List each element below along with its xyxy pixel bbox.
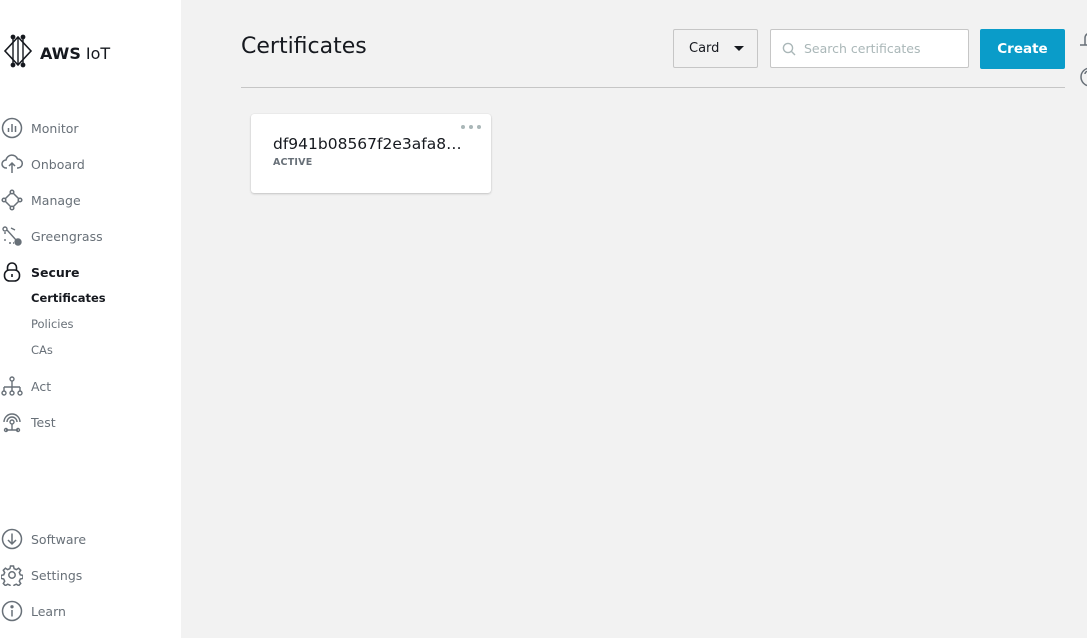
search-icon: [771, 42, 796, 56]
sidebar-item-secure[interactable]: Secure: [0, 260, 79, 284]
sidebar-item-monitor[interactable]: Monitor: [0, 116, 79, 140]
sidebar-item-label: Settings: [31, 567, 83, 583]
test-icon: [0, 410, 24, 434]
sidebar-item-settings[interactable]: Settings: [0, 563, 82, 587]
help-icon[interactable]: [1080, 67, 1087, 87]
sidebar-item-label: Learn: [31, 603, 66, 619]
manage-icon: [0, 188, 24, 212]
lock-icon: [0, 260, 24, 284]
sidebar-item-act[interactable]: Act: [0, 374, 51, 398]
sidebar-item-label: Act: [31, 378, 52, 394]
brand-name-rest: IoT: [85, 43, 111, 63]
monitor-icon: [0, 116, 24, 140]
header-divider: [241, 87, 1065, 88]
sidebar-item-label: Secure: [31, 264, 80, 280]
sidebar: AWS IoT Monitor Onboard Manage Greengras…: [0, 0, 181, 638]
sidebar-item-manage[interactable]: Manage: [0, 188, 81, 212]
subnav-certificates[interactable]: Certificates: [31, 291, 106, 305]
sidebar-item-onboard[interactable]: Onboard: [0, 152, 85, 176]
view-mode-select[interactable]: Card: [673, 29, 758, 68]
act-icon: [0, 374, 24, 398]
search-input[interactable]: [802, 40, 966, 57]
sidebar-item-label: Test: [31, 414, 56, 430]
create-button[interactable]: Create: [980, 29, 1065, 69]
status-badge: ACTIVE: [273, 157, 313, 168]
sidebar-item-label: Software: [31, 531, 87, 547]
sidebar-item-test[interactable]: Test: [0, 410, 56, 434]
sidebar-item-label: Greengrass: [31, 228, 103, 244]
sidebar-item-label: Monitor: [31, 120, 79, 136]
greengrass-icon: [0, 224, 24, 248]
sidebar-item-label: Manage: [31, 192, 81, 208]
gear-icon: [0, 563, 24, 587]
brand-name: AWS IoT: [40, 44, 110, 63]
download-icon: [0, 527, 24, 551]
page-title: Certificates: [241, 34, 367, 59]
info-icon: [0, 599, 24, 623]
sidebar-item-software[interactable]: Software: [0, 527, 86, 551]
sidebar-item-label: Onboard: [31, 156, 85, 172]
header-utility-icons: [1076, 27, 1087, 91]
subnav-policies[interactable]: Policies: [31, 317, 74, 331]
onboard-icon: [0, 152, 24, 176]
bell-icon[interactable]: [1080, 33, 1087, 46]
certificate-card[interactable]: df941b08567f2e3afa8e3c0f5b1a9d72c4e6 ACT…: [251, 114, 491, 193]
more-options-icon[interactable]: [461, 122, 481, 132]
caret-down-icon: [734, 46, 744, 51]
certificate-id[interactable]: df941b08567f2e3afa8e3c0f5b1a9d72c4e6: [273, 135, 469, 153]
brand-name-bold: AWS: [40, 43, 81, 63]
view-mode-value: Card: [689, 41, 720, 56]
sidebar-item-learn[interactable]: Learn: [0, 599, 66, 623]
search-certificates[interactable]: [770, 29, 969, 68]
sidebar-item-greengrass[interactable]: Greengrass: [0, 224, 103, 248]
brand-logo[interactable]: AWS IoT: [2, 34, 110, 72]
aws-iot-logo-icon: [2, 34, 34, 72]
subnav-cas[interactable]: CAs: [31, 343, 53, 357]
